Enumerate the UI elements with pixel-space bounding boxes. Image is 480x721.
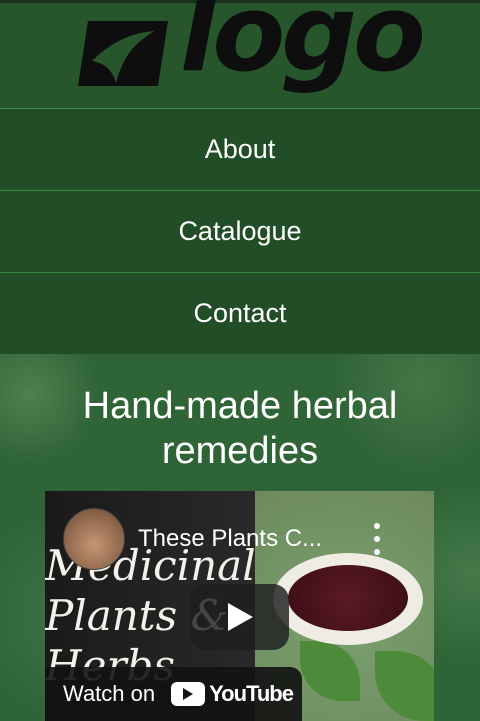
- youtube-logo: YouTube: [171, 681, 294, 707]
- nav-item-contact[interactable]: Contact: [0, 273, 480, 354]
- play-icon: [227, 603, 253, 631]
- hero-title: Hand-made herbal remedies: [82, 385, 398, 473]
- logo-mark-icon: [78, 21, 168, 86]
- berries-image: [288, 565, 408, 631]
- youtube-wordmark: YouTube: [209, 681, 294, 706]
- logo-wordmark: logo: [180, 0, 426, 95]
- play-button[interactable]: [190, 584, 289, 650]
- more-vertical-icon[interactable]: [369, 523, 385, 555]
- watch-on-youtube-button[interactable]: Watch on YouTube: [45, 667, 302, 721]
- site-header: logo: [0, 0, 480, 109]
- watch-on-label: Watch on: [63, 681, 156, 706]
- youtube-logo-icon: [171, 682, 206, 706]
- nav-item-about[interactable]: About: [0, 109, 480, 191]
- site-logo[interactable]: logo: [78, 0, 426, 109]
- hero-section: Hand-made herbal remedies Medicinal Plan…: [0, 354, 480, 721]
- channel-avatar[interactable]: [63, 508, 125, 570]
- nav-item-catalogue[interactable]: Catalogue: [0, 191, 480, 273]
- main-nav: About Catalogue Contact: [0, 109, 480, 354]
- video-embed[interactable]: Medicinal Plants & Herbs These Plants C.…: [45, 491, 434, 721]
- video-title[interactable]: These Plants C...: [138, 525, 322, 553]
